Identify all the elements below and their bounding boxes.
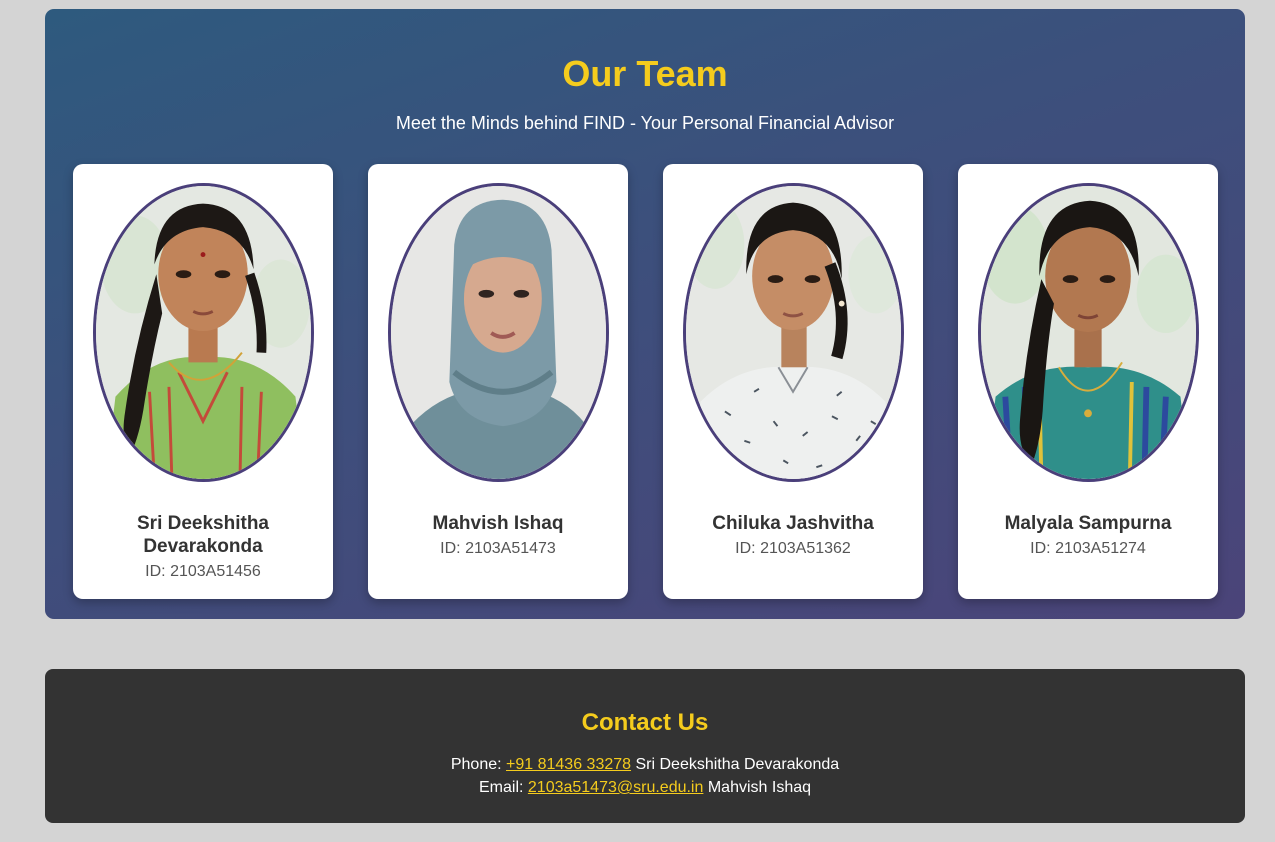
email-link[interactable]: 2103a51473@sru.edu.in: [528, 779, 704, 796]
team-title: Our Team: [562, 53, 728, 94]
team-member-card: Malyala Sampurna ID: 2103A51274: [958, 164, 1218, 599]
member-id: ID: 2103A51473: [440, 540, 556, 557]
member-id: ID: 2103A51456: [145, 563, 261, 580]
contact-email-line: Email: 2103a51473@sru.edu.in Mahvish Ish…: [45, 778, 1245, 798]
member-id: ID: 2103A51362: [735, 540, 851, 557]
email-person: Mahvish Ishaq: [707, 779, 812, 796]
phone-label: Phone:: [450, 756, 502, 773]
member-name: Chiluka Jashvitha: [712, 513, 874, 534]
member-name: Sri Deekshitha Devarakonda: [137, 513, 269, 557]
contact-title: Contact Us: [581, 709, 709, 736]
phone-link[interactable]: +91 81436 33278: [506, 756, 631, 773]
member-name: Mahvish Ishaq: [432, 513, 564, 534]
contact-phone-line: Phone: +91 81436 33278 Sri Deekshitha De…: [45, 755, 1245, 775]
team-member-card: Mahvish Ishaq ID: 2103A51473: [368, 164, 628, 599]
member-id: ID: 2103A51274: [1030, 540, 1146, 557]
team-member-card: Chiluka Jashvitha ID: 2103A51362: [663, 164, 923, 599]
member-photo: [93, 183, 314, 482]
member-name: Malyala Sampurna: [1004, 513, 1172, 534]
phone-person: Sri Deekshitha Devarakonda: [635, 756, 840, 773]
team-member-card: Sri Deekshitha Devarakonda ID: 2103A5145…: [73, 164, 333, 599]
member-photo: [683, 183, 904, 482]
email-label: Email:: [478, 779, 524, 796]
member-photo: [388, 183, 609, 482]
team-section: Our Team Meet the Minds behind FIND - Yo…: [45, 9, 1245, 619]
member-photo: [978, 183, 1199, 482]
team-subtitle: Meet the Minds behind FIND - Your Person…: [395, 113, 895, 133]
contact-section: Contact Us Phone: +91 81436 33278 Sri De…: [45, 669, 1245, 823]
